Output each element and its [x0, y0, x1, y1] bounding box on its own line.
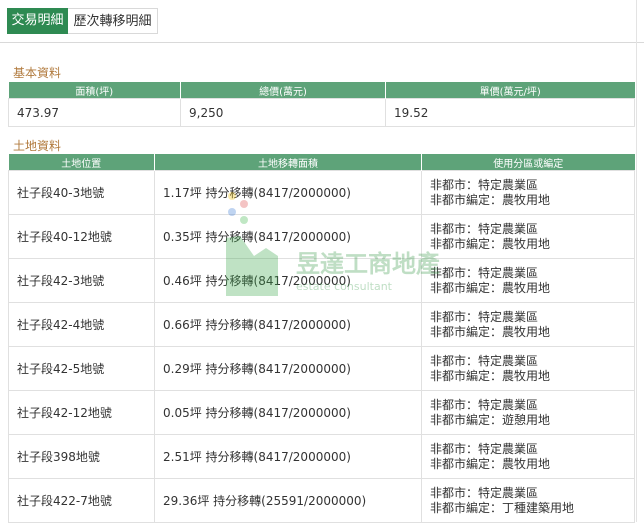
land-area-cell: 0.35坪 持分移轉(8417/2000000) — [154, 214, 422, 259]
land-area-cell: 0.29坪 持分移轉(8417/2000000) — [154, 346, 422, 391]
land-zoning-cell: 非都市：特定農業區 非都市編定：農牧用地 — [421, 258, 635, 303]
tab-transfer-history[interactable]: 歷次轉移明細 — [68, 8, 158, 34]
basic-header-row: 面積(坪) 總價(萬元) 單價(萬元/坪) — [8, 82, 635, 99]
value-unit-price: 19.52 — [385, 98, 635, 127]
table-row: 社子段40-3地號 1.17坪 持分移轉(8417/2000000) 非都市：特定農… — [8, 170, 635, 215]
land-area-cell: 0.05坪 持分移轉(8417/2000000) — [154, 390, 422, 435]
zoning-designation: 非都市編定：農牧用地 — [430, 192, 551, 207]
table-row: 社子段398地號 2.51坪 持分移轉(8417/2000000) 非都市：特定農業… — [8, 434, 635, 479]
tab-transaction-details[interactable]: 交易明細 — [7, 8, 68, 34]
land-header-row: 土地位置 土地移轉面積 使用分區或編定 — [8, 154, 635, 171]
zoning-designation: 非都市編定：農牧用地 — [430, 324, 551, 339]
zoning-designation: 非都市編定：農牧用地 — [430, 456, 551, 471]
zoning-designation: 非都市編定：農牧用地 — [430, 236, 551, 251]
land-zoning-cell: 非都市：特定農業區 非都市編定：農牧用地 — [421, 214, 635, 259]
land-area-cell: 1.17坪 持分移轉(8417/2000000) — [154, 170, 422, 215]
header-total-price: 總價(萬元) — [180, 82, 386, 99]
land-location-cell: 社子段42-4地號 — [8, 302, 155, 347]
table-row: 社子段42-5地號 0.29坪 持分移轉(8417/2000000) 非都市：特定農… — [8, 346, 635, 391]
basic-info-title: 基本資料 — [13, 66, 62, 80]
zoning-district: 非都市：特定農業區 — [430, 221, 539, 236]
zoning-designation: 非都市編定：遊憩用地 — [430, 412, 551, 427]
land-area-cell: 2.51坪 持分移轉(8417/2000000) — [154, 434, 422, 479]
land-location-cell: 社子段42-3地號 — [8, 258, 155, 303]
land-zoning-cell: 非都市：特定農業區 非都市編定：農牧用地 — [421, 346, 635, 391]
table-row: 社子段42-3地號 0.46坪 持分移轉(8417/2000000) 非都市：特定農… — [8, 258, 635, 303]
header-area: 面積(坪) — [8, 82, 181, 99]
land-area-cell: 0.66坪 持分移轉(8417/2000000) — [154, 302, 422, 347]
zoning-district: 非都市：特定農業區 — [430, 177, 539, 192]
zoning-district: 非都市：特定農業區 — [430, 353, 539, 368]
zoning-designation: 非都市編定：丁種建築用地 — [430, 500, 575, 515]
value-area: 473.97 — [8, 98, 181, 127]
basic-value-row: 473.97 9,250 19.52 — [8, 98, 635, 127]
zoning-designation: 非都市編定：農牧用地 — [430, 280, 551, 295]
zoning-district: 非都市：特定農業區 — [430, 441, 539, 456]
basic-info-table: 面積(坪) 總價(萬元) 單價(萬元/坪) 473.97 9,250 19.52 — [8, 82, 635, 127]
land-zoning-cell: 非都市：特定農業區 非都市編定：農牧用地 — [421, 170, 635, 215]
land-area-cell: 0.46坪 持分移轉(8417/2000000) — [154, 258, 422, 303]
land-zoning-cell: 非都市：特定農業區 非都市編定：農牧用地 — [421, 434, 635, 479]
panel-divider — [636, 0, 637, 522]
land-location-cell: 社子段422-7地號 — [8, 478, 155, 523]
land-location-cell: 社子段42-12地號 — [8, 390, 155, 435]
table-row: 社子段42-12地號 0.05坪 持分移轉(8417/2000000) 非都市：特定… — [8, 390, 635, 435]
zoning-district: 非都市：特定農業區 — [430, 485, 539, 500]
value-total-price: 9,250 — [180, 98, 386, 127]
land-location-cell: 社子段398地號 — [8, 434, 155, 479]
land-area-cell: 29.36坪 持分移轉(25591/2000000) — [154, 478, 422, 523]
land-location-cell: 社子段40-12地號 — [8, 214, 155, 259]
zoning-district: 非都市：特定農業區 — [430, 309, 539, 324]
land-zoning-cell: 非都市：特定農業區 非都市編定：遊憩用地 — [421, 390, 635, 435]
land-zoning-cell: 非都市：特定農業區 非都市編定：農牧用地 — [421, 302, 635, 347]
header-zoning: 使用分區或編定 — [421, 154, 635, 171]
land-info-title: 土地資料 — [13, 139, 62, 153]
tab-bar: 交易明細 歷次轉移明細 — [0, 0, 644, 43]
header-unit-price: 單價(萬元/坪) — [385, 82, 635, 99]
land-zoning-cell: 非都市：特定農業區 非都市編定：丁種建築用地 — [421, 478, 635, 523]
header-land-transfer-area: 土地移轉面積 — [154, 154, 422, 171]
land-location-cell: 社子段42-5地號 — [8, 346, 155, 391]
table-row: 社子段40-12地號 0.35坪 持分移轉(8417/2000000) 非都市：特定… — [8, 214, 635, 259]
zoning-district: 非都市：特定農業區 — [430, 397, 539, 412]
zoning-district: 非都市：特定農業區 — [430, 265, 539, 280]
land-location-cell: 社子段40-3地號 — [8, 170, 155, 215]
table-row: 社子段422-7地號 29.36坪 持分移轉(25591/2000000) 非都市：… — [8, 478, 635, 523]
land-info-table: 土地位置 土地移轉面積 使用分區或編定 社子段40-3地號 1.17坪 持分移轉(… — [8, 154, 635, 523]
table-row: 社子段42-4地號 0.66坪 持分移轉(8417/2000000) 非都市：特定農… — [8, 302, 635, 347]
zoning-designation: 非都市編定：農牧用地 — [430, 368, 551, 383]
header-land-location: 土地位置 — [8, 154, 155, 171]
